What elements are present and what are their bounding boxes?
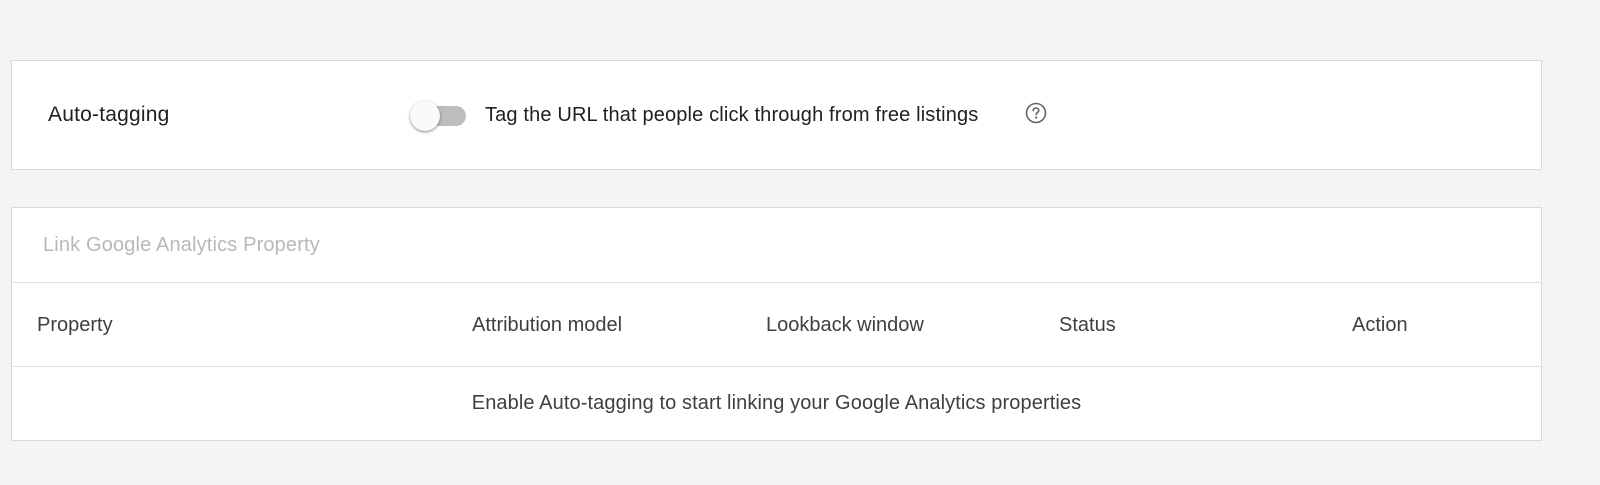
- column-header-lookback-window: Lookback window: [766, 314, 924, 336]
- auto-tagging-toggle-label: Tag the URL that people click through fr…: [485, 104, 979, 126]
- column-header-action: Action: [1352, 314, 1408, 336]
- link-analytics-title: Link Google Analytics Property: [43, 234, 320, 256]
- help-circle-icon[interactable]: [1025, 102, 1047, 124]
- auto-tagging-card: Auto-tagging Tag the URL that people cli…: [11, 60, 1542, 170]
- auto-tagging-toggle[interactable]: [407, 99, 469, 131]
- link-analytics-header: Link Google Analytics Property: [12, 208, 1541, 283]
- column-header-attribution-model: Attribution model: [472, 314, 623, 336]
- empty-state-message: Enable Auto-tagging to start linking you…: [471, 392, 1082, 414]
- link-analytics-card: Link Google Analytics Property Property …: [11, 207, 1542, 441]
- column-header-property: Property: [37, 314, 113, 336]
- toggle-thumb: [410, 101, 440, 131]
- auto-tagging-title: Auto-tagging: [48, 103, 170, 126]
- column-header-status: Status: [1059, 314, 1116, 336]
- table-header: Property Attribution model Lookback wind…: [12, 283, 1541, 367]
- table-empty-row: Enable Auto-tagging to start linking you…: [12, 367, 1541, 440]
